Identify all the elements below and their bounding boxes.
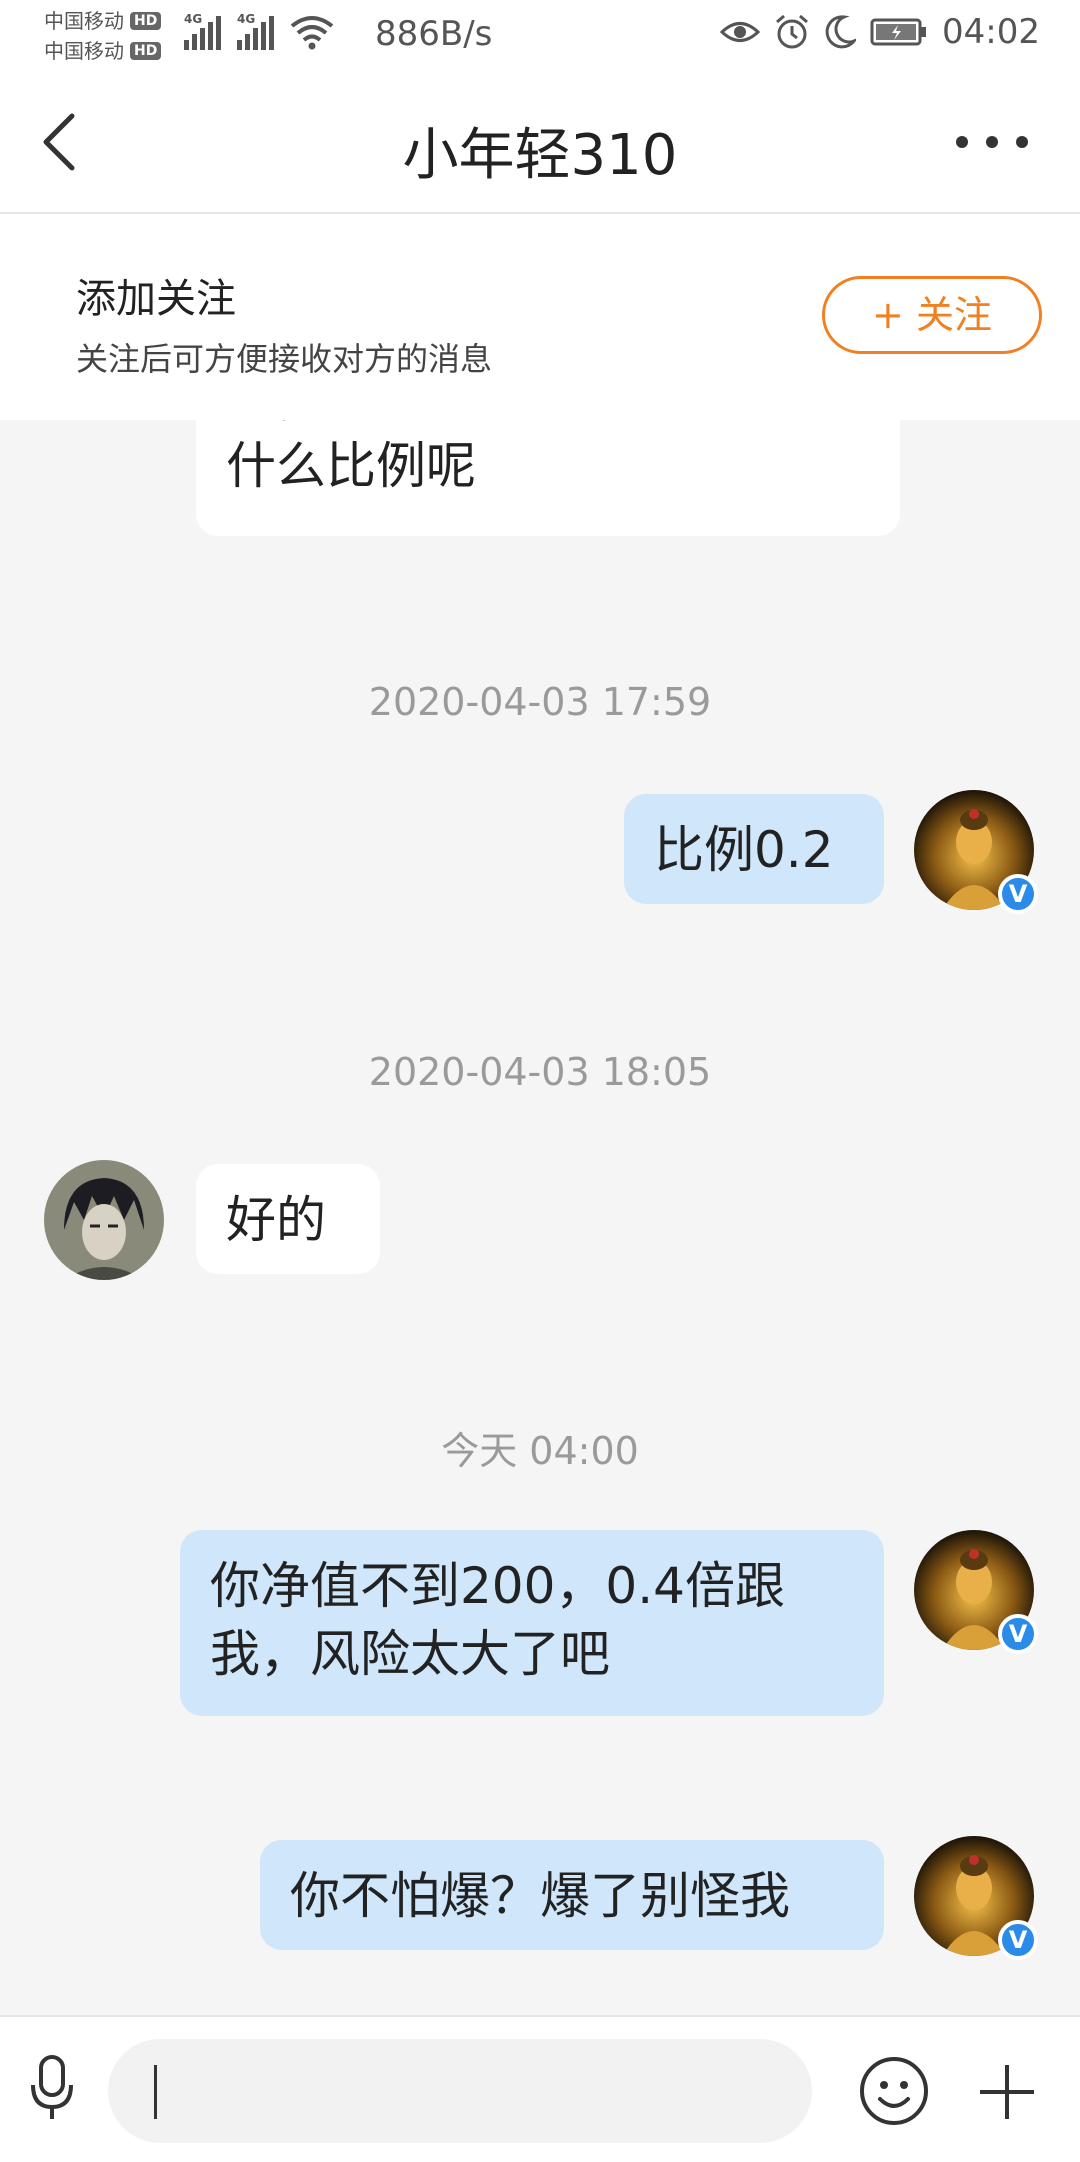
- follow-banner: 添加关注 关注后可方便接收对方的消息 + 关注: [0, 214, 1080, 420]
- carrier-2-label: 中国移动: [44, 39, 124, 63]
- emoji-icon[interactable]: [858, 2055, 930, 2127]
- verified-badge: V: [998, 1614, 1038, 1654]
- carrier-1: 中国移动 HD: [44, 6, 162, 36]
- verified-badge: V: [998, 874, 1038, 914]
- clock: 04:02: [942, 12, 1040, 52]
- chat-header: 小年轻310: [0, 72, 1080, 214]
- microphone-icon[interactable]: [28, 2053, 76, 2123]
- my-avatar[interactable]: V: [914, 1530, 1038, 1654]
- follow-button[interactable]: + 关注: [822, 276, 1042, 354]
- cell-signal-icon: 4G: [237, 12, 274, 50]
- status-icons: 04:02: [720, 12, 1040, 52]
- verified-badge: V: [998, 1920, 1038, 1960]
- contact-avatar[interactable]: [44, 1160, 164, 1280]
- more-icon[interactable]: [954, 132, 1030, 152]
- alarm-icon: [776, 14, 808, 49]
- sent-message[interactable]: 你净值不到200，0.4倍跟 我，风险太大了吧: [180, 1530, 884, 1716]
- message-timestamp: 2020-04-03 18:05: [368, 1050, 712, 1094]
- battery-icon: [870, 18, 927, 46]
- received-message[interactable]: 好的: [196, 1164, 380, 1274]
- cell-signal-icon: 4G: [184, 12, 221, 50]
- chat-area[interactable]: 点，你推荐什么手数还是 什么比例呢 2020-04-03 17:59 比例0.2…: [0, 420, 1080, 2015]
- message-input[interactable]: [108, 2039, 812, 2143]
- sent-message[interactable]: 比例0.2: [624, 794, 884, 904]
- plus-icon[interactable]: [978, 2063, 1036, 2121]
- follow-title: 添加关注: [76, 276, 236, 322]
- hd-badge: HD: [130, 12, 162, 30]
- sent-message[interactable]: 你不怕爆？爆了别怪我: [260, 1840, 884, 1950]
- moon-icon: [825, 15, 857, 49]
- signal-indicators: 4G 4G: [184, 12, 334, 50]
- message-input-bar: [0, 2015, 1080, 2162]
- follow-subtitle: 关注后可方便接收对方的消息: [76, 340, 493, 378]
- status-bar: 中国移动 HD 中国移动 HD 4G 4G 886B/s 04:02: [0, 0, 1080, 72]
- carrier-info: 中国移动 HD 中国移动 HD: [44, 6, 162, 66]
- carrier-1-label: 中国移动: [44, 9, 124, 33]
- anime-avatar-image: [44, 1160, 164, 1280]
- received-message[interactable]: 点，你推荐什么手数还是 什么比例呢: [196, 420, 900, 536]
- message-timestamp: 今天 04:00: [441, 1429, 639, 1473]
- message-timestamp: 2020-04-03 17:59: [368, 680, 712, 724]
- net-speed: 886B/s: [375, 14, 493, 54]
- hd-badge: HD: [130, 42, 162, 60]
- my-avatar[interactable]: V: [914, 1836, 1038, 1960]
- text-caret: [154, 2065, 157, 2119]
- my-avatar[interactable]: V: [914, 790, 1038, 914]
- page-title: 小年轻310: [402, 123, 678, 188]
- carrier-2: 中国移动 HD: [44, 36, 162, 66]
- wifi-icon: [290, 16, 334, 50]
- eye-icon: [720, 22, 761, 42]
